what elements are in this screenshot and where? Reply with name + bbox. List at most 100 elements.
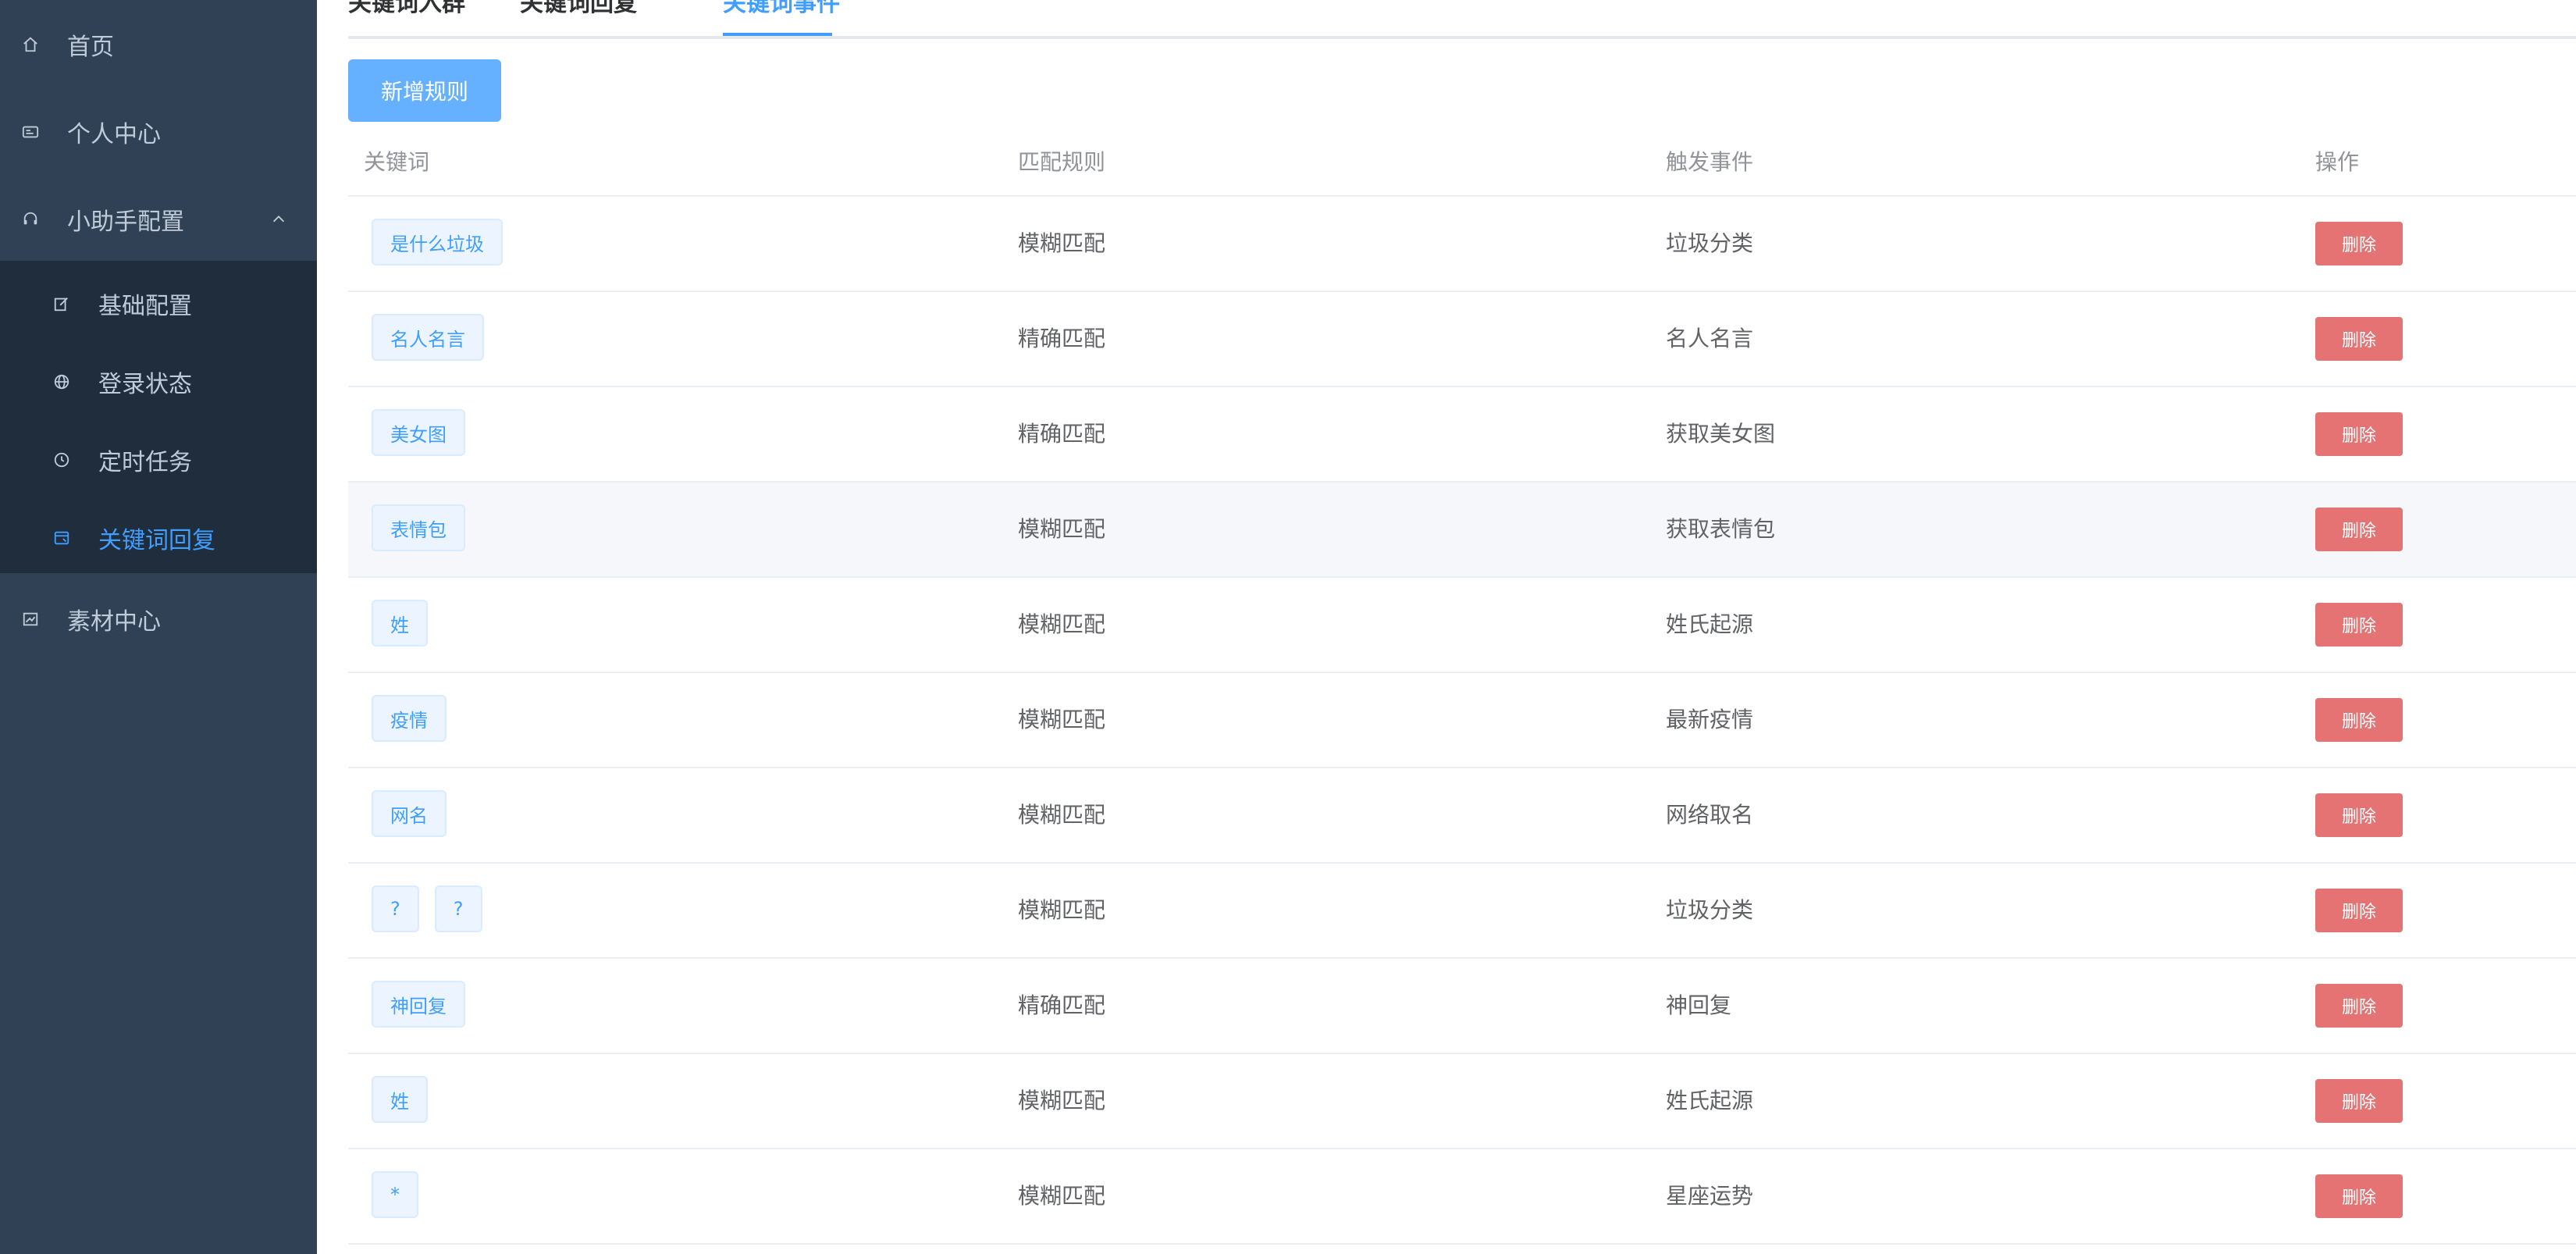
delete-button[interactable]: 删除 bbox=[2315, 889, 2403, 932]
submenu-assistant-config: 基础配置 登录状态 定时任务 关键词回复 bbox=[0, 261, 317, 573]
trigger-event-cell: 垃圾分类 bbox=[1666, 897, 1754, 923]
sidebar-item-basic-config[interactable]: 基础配置 bbox=[0, 276, 317, 331]
keyword-tags: * bbox=[372, 1171, 418, 1218]
trigger-event-cell: 垃圾分类 bbox=[1666, 230, 1754, 256]
delete-button[interactable]: 删除 bbox=[2315, 984, 2403, 1028]
column-header-match-rule: 匹配规则 bbox=[1018, 149, 1106, 175]
table-row: 姓 模糊匹配 姓氏起源 删除 bbox=[348, 578, 2576, 673]
sidebar-item-login-status[interactable]: 登录状态 bbox=[0, 354, 317, 409]
sidebar-item-profile[interactable]: 个人中心 bbox=[0, 105, 317, 159]
delete-button[interactable]: 删除 bbox=[2315, 603, 2403, 647]
sidebar: 首页 个人中心 小助手配置 基础配置 登录状态 定时任务 关键词回复 素材中心 bbox=[0, 0, 317, 1254]
delete-button[interactable]: 删除 bbox=[2315, 508, 2403, 551]
sidebar-item-label: 基础配置 bbox=[98, 293, 192, 320]
keyword-tags: 表情包 bbox=[372, 504, 465, 551]
trigger-event-cell: 网络取名 bbox=[1666, 802, 1754, 828]
keyword-tags: 网名 bbox=[372, 790, 447, 837]
delete-button[interactable]: 删除 bbox=[2315, 1079, 2403, 1123]
delete-button[interactable]: 删除 bbox=[2315, 793, 2403, 837]
keyword-tag: 姓 bbox=[372, 1076, 428, 1123]
sidebar-item-home[interactable]: 首页 bbox=[0, 17, 317, 72]
match-rule-cell: 模糊匹配 bbox=[1018, 516, 1106, 542]
sidebar-item-label: 登录状态 bbox=[98, 371, 192, 398]
delete-button[interactable]: 删除 bbox=[2315, 317, 2403, 361]
trigger-event-cell: 获取美女图 bbox=[1666, 421, 1776, 447]
match-rule-cell: 模糊匹配 bbox=[1018, 897, 1106, 923]
globe-icon bbox=[54, 374, 69, 390]
picture-icon bbox=[23, 612, 38, 626]
table-row: 是什么垃圾 模糊匹配 垃圾分类 删除 bbox=[348, 197, 2576, 292]
sidebar-item-label: 关键词回复 bbox=[98, 527, 215, 554]
table-row: 网名 模糊匹配 网络取名 删除 bbox=[348, 768, 2576, 864]
table-row: 表情包 模糊匹配 获取表情包 删除 bbox=[348, 483, 2576, 578]
match-rule-cell: 模糊匹配 bbox=[1018, 707, 1106, 732]
tab-keyword-event[interactable]: 关键词事件 bbox=[723, 0, 840, 16]
headset-icon bbox=[23, 212, 37, 225]
tab-keyword-reply[interactable]: 关键词回复 bbox=[520, 0, 637, 16]
keyword-tags: ?? bbox=[372, 885, 482, 932]
sidebar-item-label: 素材中心 bbox=[67, 608, 161, 636]
column-header-trigger-event: 触发事件 bbox=[1666, 149, 1754, 175]
keyword-tag: 表情包 bbox=[372, 504, 465, 551]
keyword-tags: 名人名言 bbox=[372, 314, 484, 361]
home-icon bbox=[23, 37, 37, 52]
trigger-event-cell: 星座运势 bbox=[1666, 1183, 1754, 1209]
sidebar-item-assistant-config[interactable]: 小助手配置 bbox=[0, 192, 317, 247]
add-rule-button[interactable]: 新增规则 bbox=[348, 59, 501, 122]
sidebar-item-scheduled-tasks[interactable]: 定时任务 bbox=[0, 433, 317, 487]
column-header-actions: 操作 bbox=[2315, 149, 2360, 175]
edit-icon bbox=[54, 297, 68, 312]
table-row: 姓 模糊匹配 姓氏起源 删除 bbox=[348, 1054, 2576, 1149]
keyword-tag: 网名 bbox=[372, 790, 447, 837]
table-row: 疫情 模糊匹配 最新疫情 删除 bbox=[348, 673, 2576, 768]
sidebar-item-label: 小助手配置 bbox=[67, 208, 184, 236]
table-row: 美女图 精确匹配 获取美女图 删除 bbox=[348, 387, 2576, 483]
rules-table: 关键词 匹配规则 触发事件 操作 是什么垃圾 模糊匹配 垃圾分类 删除 名人名言 精确匹配… bbox=[348, 125, 2576, 1245]
keyword-tags: 美女图 bbox=[372, 409, 465, 456]
keyword-tags: 疫情 bbox=[372, 695, 447, 742]
trigger-event-cell: 获取表情包 bbox=[1666, 516, 1776, 542]
table-row: 神回复 精确匹配 神回复 删除 bbox=[348, 959, 2576, 1054]
match-rule-cell: 模糊匹配 bbox=[1018, 1183, 1106, 1209]
sidebar-item-materials[interactable]: 素材中心 bbox=[0, 592, 317, 647]
sidebar-item-keyword-reply[interactable]: 关键词回复 bbox=[0, 511, 317, 565]
match-rule-cell: 精确匹配 bbox=[1018, 421, 1106, 447]
keyword-tags: 是什么垃圾 bbox=[372, 219, 503, 265]
keyword-tag: 神回复 bbox=[372, 981, 465, 1028]
sidebar-item-label: 定时任务 bbox=[98, 449, 192, 476]
keyword-tags: 姓 bbox=[372, 1076, 428, 1123]
delete-button[interactable]: 删除 bbox=[2315, 698, 2403, 742]
match-rule-cell: 精确匹配 bbox=[1018, 992, 1106, 1018]
keyword-tags: 神回复 bbox=[372, 981, 465, 1028]
match-rule-cell: 模糊匹配 bbox=[1018, 1088, 1106, 1113]
match-rule-cell: 精确匹配 bbox=[1018, 326, 1106, 351]
trigger-event-cell: 姓氏起源 bbox=[1666, 611, 1754, 637]
delete-button[interactable]: 删除 bbox=[2315, 222, 2403, 265]
tab-keyword-join-group[interactable]: 关键词入群 bbox=[348, 0, 465, 16]
sidebar-item-label: 个人中心 bbox=[67, 121, 161, 148]
table-header: 关键词 匹配规则 触发事件 操作 bbox=[348, 125, 2576, 197]
keyword-tag: 名人名言 bbox=[372, 314, 484, 361]
trigger-event-cell: 最新疫情 bbox=[1666, 707, 1754, 732]
clock-icon bbox=[54, 452, 69, 468]
delete-button[interactable]: 删除 bbox=[2315, 412, 2403, 456]
id-card-icon bbox=[22, 126, 39, 138]
keyword-tag: 美女图 bbox=[372, 409, 465, 456]
trigger-event-cell: 神回复 bbox=[1666, 992, 1732, 1018]
keyword-tag: ? bbox=[372, 885, 419, 932]
keyword-tag: ? bbox=[434, 885, 482, 932]
tab-bar: 关键词入群 关键词回复 关键词事件 bbox=[348, 0, 2576, 39]
reply-icon bbox=[54, 531, 69, 545]
chevron-up-icon[interactable] bbox=[270, 211, 287, 228]
trigger-event-cell: 姓氏起源 bbox=[1666, 1088, 1754, 1113]
delete-button[interactable]: 删除 bbox=[2315, 1174, 2403, 1218]
keyword-tag: 疫情 bbox=[372, 695, 447, 742]
app-root: 首页 个人中心 小助手配置 基础配置 登录状态 定时任务 关键词回复 素材中心 … bbox=[0, 0, 2576, 1254]
match-rule-cell: 模糊匹配 bbox=[1018, 611, 1106, 637]
table-body: 是什么垃圾 模糊匹配 垃圾分类 删除 名人名言 精确匹配 名人名言 删除 美女图 精确匹配 获取美女… bbox=[348, 197, 2576, 1245]
main-content: 关键词入群 关键词回复 关键词事件 新增规则 关键词 匹配规则 触发事件 操作 … bbox=[317, 0, 2576, 1254]
keyword-tag: 姓 bbox=[372, 600, 428, 647]
column-header-keyword: 关键词 bbox=[364, 149, 430, 175]
sidebar-item-label: 首页 bbox=[67, 34, 114, 61]
trigger-event-cell: 名人名言 bbox=[1666, 326, 1754, 351]
